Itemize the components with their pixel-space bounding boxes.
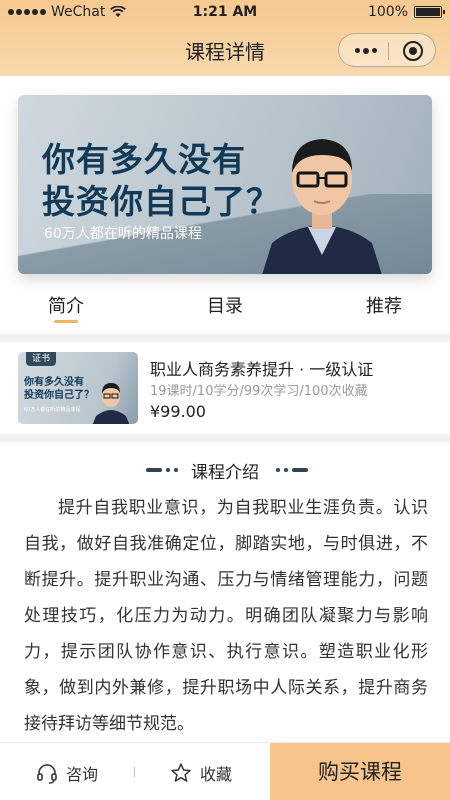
thumbnail-headline-line1: 你有多久没有 — [24, 377, 84, 388]
bottom-action-bar: 咨询 收藏 购买课程 — [0, 742, 450, 800]
thumbnail-headline: 你有多久没有 投资你自己了？ — [24, 376, 94, 402]
consult-button[interactable]: 咨询 — [36, 761, 98, 785]
tab-intro[interactable]: 简介 — [48, 292, 84, 318]
banner-headline: 你有多久没有 投资你自己了？ — [42, 139, 280, 223]
battery-icon — [414, 6, 445, 18]
intro-title: 课程介绍 — [191, 463, 259, 483]
thumbnail-portrait — [92, 383, 130, 424]
course-thumbnail: 证书 你有多久没有 投资你自己了？ 60万人都在听的精品课程 — [18, 352, 138, 424]
tab-recommend[interactable]: 推荐 — [366, 292, 402, 318]
banner-subtitle: 60万人都在听的精品课程 — [44, 226, 202, 242]
capsule-divider — [388, 42, 389, 60]
heading-decoration-right — [276, 468, 308, 472]
buy-course-button[interactable]: 购买课程 — [270, 743, 450, 800]
consult-label: 咨询 — [66, 765, 99, 784]
close-target-icon[interactable] — [403, 41, 423, 61]
thumbnail-subtitle: 60万人都在听的精品课程 — [24, 407, 81, 413]
star-icon — [171, 763, 191, 782]
mini-program-capsule — [338, 33, 436, 67]
tab-catalog[interactable]: 目录 — [207, 292, 243, 318]
intro-paragraph: 提升自我职业意识，为自我职业生涯负责。认识自我，做好自我准确定位，脚踏实地，与时… — [24, 498, 428, 734]
course-banner[interactable]: 你有多久没有 投资你自己了？ 60万人都在听的精品课程 — [18, 95, 432, 274]
battery-info: 100% — [367, 4, 445, 20]
favorite-label: 收藏 — [200, 765, 233, 784]
instructor-portrait — [262, 139, 382, 274]
active-tab-indicator — [54, 320, 78, 323]
intro-heading: 课程介绍 — [0, 458, 450, 483]
section-divider — [0, 334, 450, 342]
bottom-separator — [134, 767, 135, 777]
thumbnail-headline-line2: 投资你自己了？ — [24, 390, 94, 401]
tab-bar: 简介 目录 推荐 — [0, 284, 450, 330]
banner-headline-line2: 投资你自己了？ — [42, 182, 280, 221]
course-title: 职业人商务素养提升 · 一级认证 — [150, 360, 374, 379]
course-meta: 19课时/10学分/99次学习/100次收藏 — [150, 384, 368, 399]
status-bar: WeChat 1:21 AM 100% — [0, 0, 450, 24]
certificate-tag: 证书 — [26, 352, 56, 366]
section-divider-2 — [0, 434, 450, 442]
more-icon[interactable] — [355, 47, 377, 54]
course-card[interactable]: 证书 你有多久没有 投资你自己了？ 60万人都在听的精品课程 职业人商务素养提升… — [0, 342, 450, 434]
favorite-button[interactable]: 收藏 — [170, 761, 232, 785]
course-price: ¥99.00 — [150, 402, 206, 421]
headset-icon — [37, 764, 57, 784]
battery-percent: 100% — [367, 4, 408, 20]
banner-headline-line1: 你有多久没有 — [42, 140, 246, 179]
header: WeChat 1:21 AM 100% 课程详情 — [0, 0, 450, 76]
